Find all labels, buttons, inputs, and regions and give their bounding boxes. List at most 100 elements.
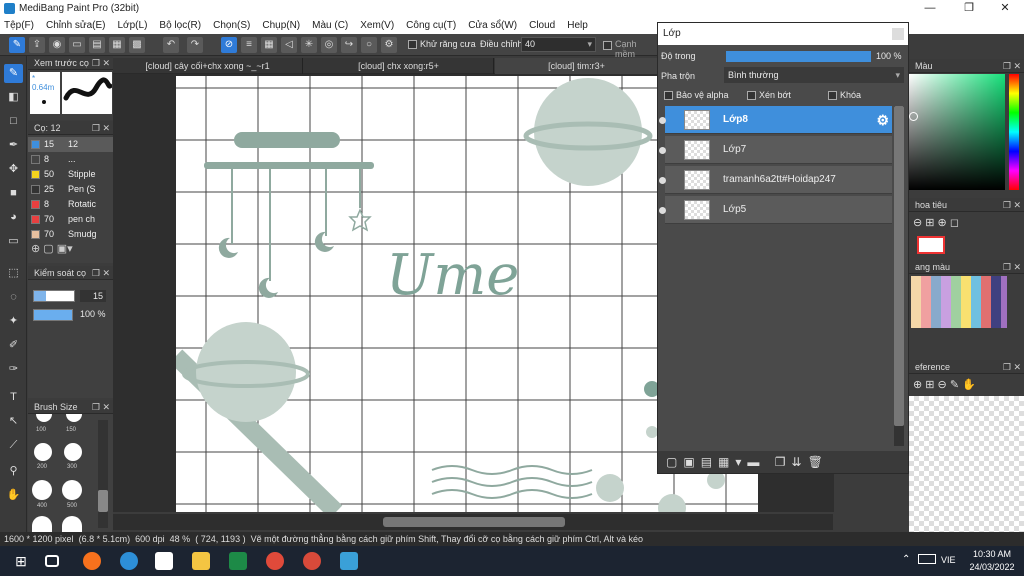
layer-scroll-thumb[interactable] [894, 106, 904, 426]
menu-tools[interactable]: Công cụ(T) [406, 20, 456, 31]
layer-scrollbar[interactable] [894, 106, 904, 446]
size-value[interactable]: 15 [80, 290, 106, 302]
brush-mode-icon[interactable]: ✎ [9, 37, 25, 53]
panel-close-icon[interactable]: ❐ ✕ [92, 121, 110, 135]
eyedropper-tool-icon[interactable]: ⚲ [4, 462, 23, 481]
menu-snap[interactable]: Chụp(N) [262, 20, 300, 31]
brush-add-icon[interactable]: ⊕ ▢ ▣▾ [31, 242, 73, 255]
eye-icon[interactable] [659, 147, 666, 154]
task-view-icon[interactable] [45, 555, 59, 567]
reference-canvas[interactable] [909, 396, 1024, 532]
hscroll-thumb[interactable] [383, 517, 565, 527]
hand-tool-icon[interactable]: ✋ [4, 486, 23, 505]
edge-checkbox[interactable] [603, 41, 612, 50]
gear-icon[interactable]: ⚙ [876, 106, 889, 134]
eye-icon[interactable] [659, 117, 666, 124]
snap-vanish-icon[interactable]: ◁ [281, 37, 297, 53]
maximize-button[interactable]: ❐ [952, 0, 986, 17]
size-dot[interactable] [32, 480, 52, 500]
minimize-button[interactable]: — [913, 0, 947, 17]
brush-row[interactable]: 70 pen ch [28, 212, 113, 227]
menu-view[interactable]: Xem(V) [360, 20, 394, 31]
snap-ellipse-icon[interactable]: ○ [361, 37, 377, 53]
panel-close-icon[interactable]: ❐ ✕ [1003, 59, 1021, 73]
edge-browser-icon[interactable] [120, 552, 138, 570]
size-slider[interactable] [33, 290, 75, 302]
select-eraser-tool-icon[interactable]: ✑ [4, 360, 23, 379]
new-halftone-icon[interactable]: ▣ [683, 455, 700, 469]
store-icon[interactable] [155, 552, 173, 570]
clip-checkbox[interactable] [747, 91, 756, 100]
menu-edit[interactable]: Chỉnh sửa(E) [46, 20, 106, 31]
snap-settings-icon[interactable]: ⚙ [381, 37, 397, 53]
panel-close-icon[interactable]: ❐ ✕ [1003, 360, 1021, 374]
layer-panel-titlebar[interactable]: Lớp [658, 23, 908, 45]
menu-file[interactable]: Tệp(F) [4, 20, 34, 31]
size-dot[interactable] [36, 414, 52, 422]
grid-toggle-icon[interactable]: ▩ [129, 37, 145, 53]
size-dot[interactable] [64, 443, 82, 461]
brushsize-scroll-thumb[interactable] [98, 490, 108, 512]
brush-tool-icon[interactable]: ✎ [4, 64, 23, 83]
layer-row[interactable]: Lớp7 [659, 136, 892, 164]
size-dot[interactable] [62, 516, 82, 532]
brushsize-scrollbar[interactable] [98, 420, 108, 528]
reference-icons[interactable]: ⊕ ⊞ ⊖ ✎ ✋ [913, 378, 976, 391]
comment-icon[interactable]: ◉ [49, 37, 65, 53]
new-layer-icon[interactable]: ▢ [666, 455, 683, 469]
new-1bit-icon[interactable]: ▤ [701, 455, 718, 469]
size-dot[interactable] [32, 516, 52, 532]
menu-cloud[interactable]: Cloud [529, 20, 555, 31]
tray-language[interactable]: VIE [941, 555, 956, 565]
lock-checkbox[interactable] [828, 91, 837, 100]
layer-actions[interactable]: ▢▣▤▦▾▬ ❐⇊🗑 [658, 451, 908, 473]
snap-grid-icon[interactable]: ▦ [261, 37, 277, 53]
eye-icon[interactable] [659, 177, 666, 184]
chrome-icon[interactable] [266, 552, 284, 570]
snap-radial-icon[interactable]: ✳ [301, 37, 317, 53]
bucket-tool-icon[interactable]: ◕ [4, 208, 23, 227]
panel-close-icon[interactable]: ❐ ✕ [1003, 198, 1021, 212]
antialias-checkbox[interactable] [408, 40, 417, 49]
select-tool-icon[interactable]: ⬚ [4, 264, 23, 283]
export-icon[interactable]: ⇪ [29, 37, 45, 53]
opacity-slider[interactable] [33, 309, 73, 321]
layer-opacity-slider[interactable] [726, 51, 871, 62]
size-dot[interactable] [34, 443, 52, 461]
layer-row[interactable]: tramanh6a2tt#Hoidap247 [659, 166, 892, 194]
snap-parallel-icon[interactable]: ≡ [241, 37, 257, 53]
menu-color[interactable]: Màu (C) [312, 20, 348, 31]
snap-circle-icon[interactable]: ◎ [321, 37, 337, 53]
folder-icon[interactable]: ▬ [747, 455, 765, 469]
excel-icon[interactable] [229, 552, 247, 570]
layer-row[interactable]: Lớp8 ⚙ [659, 106, 892, 134]
brush-row[interactable]: 70 Smudg [28, 227, 113, 242]
medibang-taskbar-icon[interactable] [340, 552, 358, 570]
eye-icon[interactable] [659, 207, 666, 214]
tab-document-3[interactable]: [cloud] tim:r3+ [495, 58, 658, 74]
tray-date[interactable]: 24/03/2022 [966, 562, 1018, 572]
chrome-profile-icon[interactable] [303, 552, 321, 570]
magic-wand-tool-icon[interactable]: ✦ [4, 312, 23, 331]
panel-close-icon[interactable]: ❐ ✕ [92, 400, 110, 414]
canvas-horizontal-scrollbar[interactable] [113, 514, 833, 530]
tray-time[interactable]: 10:30 AM [970, 549, 1014, 559]
fill-rect-tool-icon[interactable]: ■ [4, 184, 23, 203]
navigator-thumbnail[interactable] [917, 236, 945, 254]
panel-close-icon[interactable]: ❐ ✕ [1003, 260, 1021, 274]
duplicate-icon[interactable]: ❐ [775, 455, 792, 469]
file-explorer-icon[interactable] [192, 552, 210, 570]
panel-icon[interactable]: ▦ [109, 37, 125, 53]
protect-alpha-checkbox[interactable] [664, 91, 673, 100]
hue-slider[interactable] [1009, 74, 1019, 190]
delete-icon[interactable]: 🗑 [808, 455, 829, 469]
color-palette[interactable] [911, 276, 1007, 328]
windows-start-icon[interactable]: ⊞ [12, 552, 30, 570]
snap-curve-icon[interactable]: ↪ [341, 37, 357, 53]
speech-icon[interactable]: ▭ [69, 37, 85, 53]
eraser-tool-icon[interactable]: ◧ [4, 88, 23, 107]
brush-row[interactable]: 8... [28, 152, 113, 167]
gradient-tool-icon[interactable]: ▭ [4, 232, 23, 251]
lasso-tool-icon[interactable]: ◌ [4, 288, 23, 307]
size-dot[interactable] [62, 480, 82, 500]
